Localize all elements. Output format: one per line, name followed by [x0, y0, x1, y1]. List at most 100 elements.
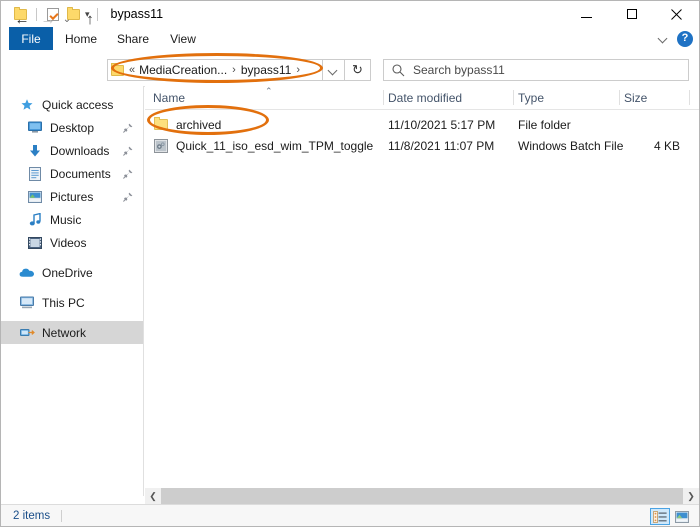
- search-icon: [392, 64, 405, 77]
- breadcrumb-item-parent[interactable]: MediaCreation...: [139, 63, 227, 77]
- column-divider[interactable]: [619, 90, 620, 105]
- item-count-label: 2 items: [13, 510, 50, 522]
- sidebar-item-label: Documents: [50, 168, 111, 180]
- column-header-row: Name ⌃ Date modified Type Size: [145, 86, 699, 110]
- ribbon-right-controls: ?: [659, 27, 693, 50]
- sidebar-item-pictures[interactable]: Pictures: [1, 185, 143, 208]
- back-button[interactable]: ←: [11, 8, 33, 30]
- details-view-button[interactable]: [650, 508, 670, 525]
- recent-locations-button[interactable]: ⌄: [59, 8, 75, 30]
- file-date-cell: 11/10/2021 5:17 PM: [388, 118, 495, 132]
- column-divider[interactable]: [513, 90, 514, 105]
- ribbon-tab-bar: File Home Share View: [1, 27, 699, 51]
- downloads-icon: [27, 143, 43, 159]
- sort-ascending-icon: ⌃: [265, 87, 273, 96]
- sidebar-item-label: Network: [42, 327, 86, 339]
- onedrive-icon: [19, 265, 35, 281]
- sidebar-item-desktop[interactable]: Desktop: [1, 116, 143, 139]
- help-icon[interactable]: ?: [677, 31, 693, 47]
- sidebar-item-label: Videos: [50, 237, 86, 249]
- this-pc-icon: [19, 295, 35, 311]
- pin-icon[interactable]: [123, 123, 133, 133]
- file-date-cell: 11/8/2021 11:07 PM: [388, 139, 494, 153]
- spacer: [1, 86, 143, 93]
- horizontal-scrollbar[interactable]: ❮ ❯: [145, 488, 699, 504]
- sidebar-item-this-pc[interactable]: This PC: [1, 291, 143, 314]
- sidebar-item-onedrive[interactable]: OneDrive: [1, 261, 143, 284]
- view-mode-buttons: [650, 508, 692, 525]
- pin-icon[interactable]: [123, 169, 133, 179]
- refresh-button[interactable]: ↻: [345, 59, 371, 81]
- spacer: [1, 254, 143, 261]
- spacer: [1, 284, 143, 291]
- search-placeholder: Search bypass11: [413, 63, 505, 77]
- chevron-down-icon: [329, 66, 338, 75]
- pin-icon[interactable]: [123, 146, 133, 156]
- file-name-text: archived: [176, 118, 221, 132]
- music-icon: [27, 212, 43, 228]
- pictures-icon: [27, 189, 43, 205]
- sidebar-item-label: Music: [50, 214, 81, 226]
- minimize-button[interactable]: [564, 1, 609, 27]
- column-header-date-modified[interactable]: Date modified: [388, 86, 462, 109]
- title-bar: ▾ bypass11: [1, 1, 699, 27]
- tab-file[interactable]: File: [9, 27, 53, 50]
- navigation-pane[interactable]: Quick access Desktop: [1, 86, 144, 496]
- maximize-button[interactable]: [609, 1, 654, 27]
- search-input[interactable]: Search bypass11: [383, 59, 689, 81]
- folder-icon: [153, 117, 169, 133]
- sidebar-item-music[interactable]: Music: [1, 208, 143, 231]
- column-divider[interactable]: [689, 90, 690, 105]
- pin-icon[interactable]: [123, 192, 133, 202]
- sidebar-item-network[interactable]: Network: [1, 321, 143, 344]
- address-bar[interactable]: « MediaCreation... › bypass11 ›: [107, 59, 323, 81]
- table-row[interactable]: Quick_11_iso_esd_wim_TPM_toggle 11/8/202…: [145, 135, 699, 156]
- sidebar-item-downloads[interactable]: Downloads: [1, 139, 143, 162]
- network-icon: [19, 325, 35, 341]
- chevron-down-icon[interactable]: [659, 34, 668, 43]
- table-row[interactable]: archived 11/10/2021 5:17 PM File folder: [145, 114, 699, 135]
- close-button[interactable]: [654, 1, 699, 27]
- breadcrumb-separator-icon[interactable]: ›: [296, 64, 300, 76]
- tab-view[interactable]: View: [161, 27, 205, 50]
- batch-file-icon: [153, 138, 169, 154]
- forward-button[interactable]: →: [37, 8, 59, 30]
- breadcrumb-overflow-icon[interactable]: «: [129, 64, 135, 76]
- tab-home[interactable]: Home: [57, 27, 105, 50]
- file-type-cell: File folder: [518, 118, 571, 132]
- scroll-right-button[interactable]: ❯: [683, 488, 699, 504]
- sidebar-item-label: Downloads: [50, 145, 109, 157]
- file-name-cell[interactable]: archived: [153, 117, 221, 133]
- up-button[interactable]: ↑: [79, 8, 101, 30]
- file-explorer-window: ▾ bypass11 File Home Share View: [0, 0, 700, 527]
- column-header-size[interactable]: Size: [624, 86, 647, 109]
- scroll-left-button[interactable]: ❮: [145, 488, 161, 504]
- column-header-name[interactable]: Name: [153, 86, 185, 109]
- scrollbar-thumb[interactable]: [161, 488, 683, 504]
- sidebar-item-label: Quick access: [42, 99, 113, 111]
- file-type-cell: Windows Batch File: [518, 139, 623, 153]
- spacer: [1, 314, 143, 321]
- status-bar: 2 items: [1, 504, 699, 527]
- sidebar-item-videos[interactable]: Videos: [1, 231, 143, 254]
- sidebar-item-label: Pictures: [50, 191, 93, 203]
- tab-share[interactable]: Share: [109, 27, 157, 50]
- file-name-cell[interactable]: Quick_11_iso_esd_wim_TPM_toggle: [153, 138, 373, 154]
- status-divider: [61, 510, 62, 522]
- breadcrumb-item-current[interactable]: bypass11: [241, 63, 291, 77]
- window-title: bypass11: [111, 7, 164, 21]
- sidebar-item-documents[interactable]: Documents: [1, 162, 143, 185]
- documents-icon: [27, 166, 43, 182]
- large-icons-view-button[interactable]: [672, 508, 692, 525]
- address-dropdown-button[interactable]: [323, 59, 345, 81]
- column-header-type[interactable]: Type: [518, 86, 544, 109]
- sidebar-item-quick-access[interactable]: Quick access: [1, 93, 143, 116]
- file-size-cell: 4 KB: [624, 139, 680, 153]
- desktop-icon: [27, 120, 43, 136]
- column-divider[interactable]: [383, 90, 384, 105]
- breadcrumb-separator-icon[interactable]: ›: [232, 64, 236, 76]
- file-list-pane[interactable]: Name ⌃ Date modified Type Size archived …: [145, 86, 699, 496]
- file-name-text: Quick_11_iso_esd_wim_TPM_toggle: [176, 139, 373, 153]
- sidebar-item-label: OneDrive: [42, 267, 93, 279]
- window-controls: [564, 1, 699, 27]
